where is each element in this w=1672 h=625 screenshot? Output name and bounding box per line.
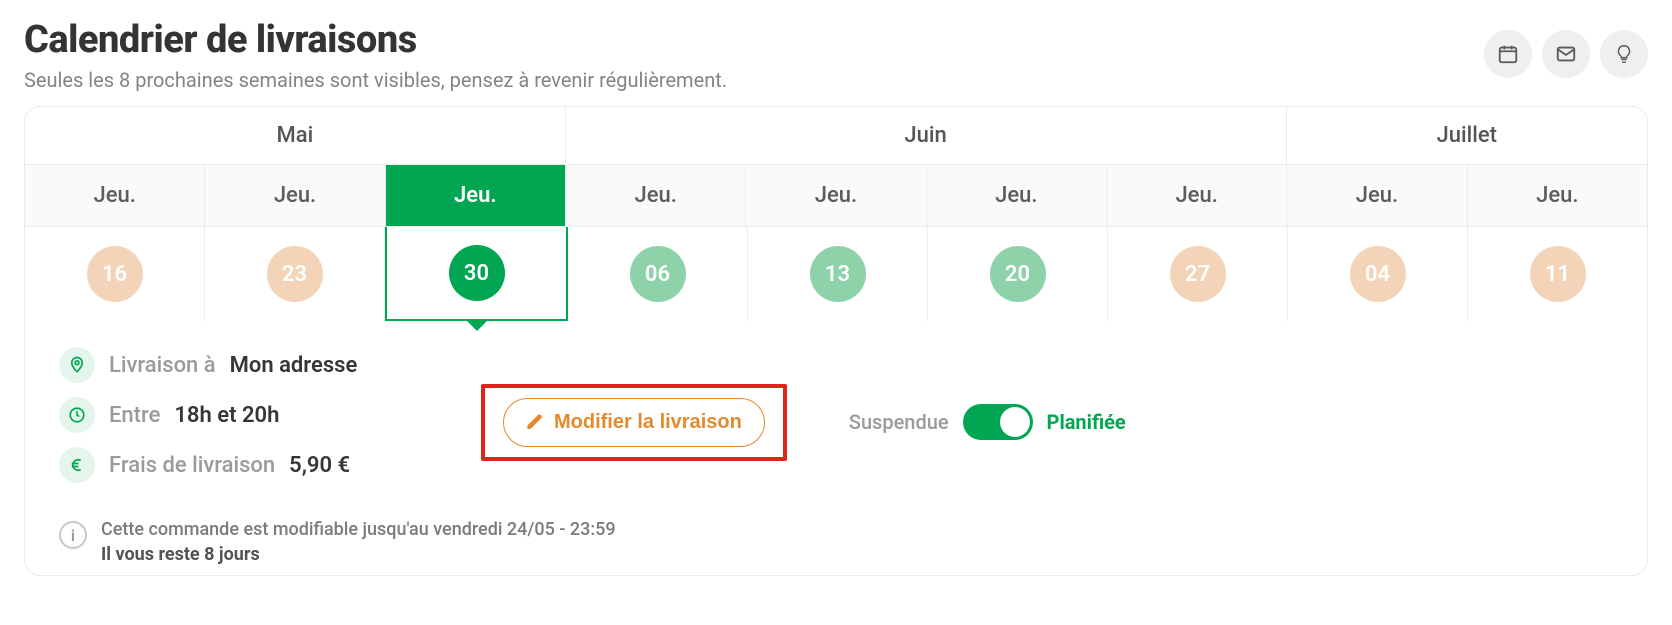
modify-delivery-button[interactable]: Modifier la livraison — [503, 398, 765, 447]
date-cell-13[interactable]: 13 — [748, 227, 928, 321]
page-title: Calendrier de livraisons — [24, 18, 1648, 62]
day-cell-selected[interactable]: Jeu. — [386, 165, 566, 226]
dates-row: 16 23 30 06 13 20 27 04 11 — [25, 227, 1647, 321]
date-cell-30-selected[interactable]: 30 — [385, 227, 568, 321]
delivery-fee-line: Frais de livraison 5,90 € — [59, 447, 419, 483]
delivery-time-line: Entre 18h et 20h — [59, 397, 419, 433]
page-subtitle: Seules les 8 prochaines semaines sont vi… — [24, 68, 1648, 92]
day-cell[interactable]: Jeu. — [566, 165, 746, 226]
toggle-knob — [1000, 407, 1030, 437]
day-cell[interactable]: Jeu. — [746, 165, 926, 226]
date-badge: 27 — [1170, 246, 1226, 302]
date-cell-06[interactable]: 06 — [568, 227, 748, 321]
date-badge: 16 — [87, 246, 143, 302]
info-icon: i — [59, 521, 87, 549]
date-cell-27[interactable]: 27 — [1108, 227, 1288, 321]
pencil-icon — [526, 413, 544, 431]
toggle-planned-label: Planifiée — [1047, 410, 1126, 434]
calendar-icon — [1497, 43, 1519, 65]
time-label: Entre — [109, 403, 160, 428]
date-cell-23[interactable]: 23 — [205, 227, 385, 321]
page-header: Calendrier de livraisons Seules les 8 pr… — [24, 18, 1648, 92]
toggle-suspended-label: Suspendue — [849, 410, 949, 434]
delivery-status-toggle[interactable] — [963, 404, 1033, 440]
time-value: 18h et 20h — [174, 403, 279, 428]
date-badge: 06 — [630, 246, 686, 302]
deadline-info: i Cette commande est modifiable jusqu'au… — [59, 519, 1613, 565]
modify-button-label: Modifier la livraison — [554, 411, 742, 434]
modify-delivery-highlight: Modifier la livraison — [489, 388, 779, 457]
delivery-address-line: Livraison à Mon adresse — [59, 347, 419, 383]
months-row: Mai Juin Juillet — [25, 107, 1647, 165]
date-cell-20[interactable]: 20 — [928, 227, 1108, 321]
day-cell[interactable]: Jeu. — [1107, 165, 1287, 226]
day-cell[interactable]: Jeu. — [25, 165, 205, 226]
date-cell-11[interactable]: 11 — [1468, 227, 1647, 321]
toolbar — [1484, 30, 1648, 78]
date-cell-16[interactable]: 16 — [25, 227, 205, 321]
delivery-details: Livraison à Mon adresse Entre 18h et 20h — [25, 321, 1647, 575]
lightbulb-icon — [1613, 43, 1635, 65]
location-pin-icon — [59, 347, 95, 383]
clock-icon — [59, 397, 95, 433]
date-badge: 23 — [267, 246, 323, 302]
mail-icon-button[interactable] — [1542, 30, 1590, 78]
fee-label: Frais de livraison — [109, 453, 275, 478]
date-badge: 20 — [990, 246, 1046, 302]
delivery-calendar: Mai Juin Juillet Jeu. Jeu. Jeu. Jeu. Jeu… — [24, 106, 1648, 576]
fee-value: 5,90 € — [289, 453, 350, 478]
lightbulb-icon-button[interactable] — [1600, 30, 1648, 78]
status-toggle-block: Suspendue Planifiée — [849, 404, 1126, 440]
date-badge: 30 — [449, 245, 505, 301]
address-value: Mon adresse — [230, 353, 358, 378]
day-cell[interactable]: Jeu. — [1287, 165, 1467, 226]
date-badge: 11 — [1530, 246, 1586, 302]
day-cell[interactable]: Jeu. — [927, 165, 1107, 226]
month-may: Mai — [25, 107, 566, 164]
month-june: Juin — [566, 107, 1287, 164]
day-cell[interactable]: Jeu. — [1468, 165, 1647, 226]
deadline-line1: Cette commande est modifiable jusqu'au v… — [101, 519, 616, 540]
mail-icon — [1555, 43, 1577, 65]
address-label: Livraison à — [109, 353, 216, 378]
day-cell[interactable]: Jeu. — [205, 165, 385, 226]
date-badge: 04 — [1350, 246, 1406, 302]
month-july: Juillet — [1287, 107, 1647, 164]
date-badge: 13 — [810, 246, 866, 302]
deadline-line2: Il vous reste 8 jours — [101, 544, 616, 565]
weekday-row: Jeu. Jeu. Jeu. Jeu. Jeu. Jeu. Jeu. Jeu. … — [25, 165, 1647, 227]
date-cell-04[interactable]: 04 — [1288, 227, 1468, 321]
calendar-icon-button[interactable] — [1484, 30, 1532, 78]
euro-icon — [59, 447, 95, 483]
